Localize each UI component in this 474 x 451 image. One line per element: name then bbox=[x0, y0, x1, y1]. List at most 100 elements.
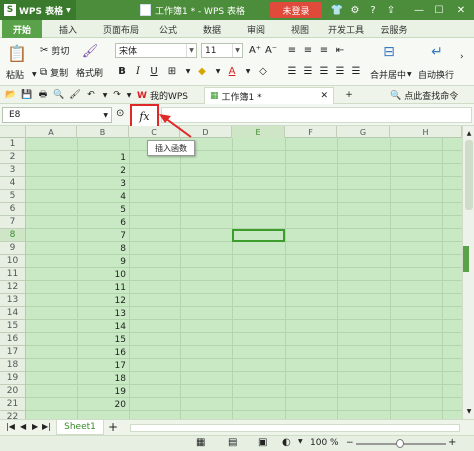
cell-b-value[interactable]: 9 bbox=[77, 255, 129, 268]
normal-view-icon[interactable]: ▦ bbox=[196, 437, 210, 450]
border-icon[interactable]: ⊞ bbox=[165, 64, 179, 78]
cell-b-value[interactable]: 7 bbox=[77, 229, 129, 242]
zoom-level[interactable]: 100 % bbox=[310, 438, 339, 448]
last-sheet-icon[interactable]: ▶| bbox=[42, 422, 51, 431]
side-panel-toggle[interactable] bbox=[463, 246, 469, 272]
cell-b-value[interactable]: 11 bbox=[77, 281, 129, 294]
paste-icon[interactable]: 📋 bbox=[6, 42, 28, 64]
row-header[interactable]: 1 bbox=[0, 138, 26, 151]
row-header[interactable]: 20 bbox=[0, 385, 26, 398]
save-icon[interactable]: 💾 bbox=[20, 88, 34, 102]
fill-color-icon[interactable]: ◆ bbox=[195, 64, 209, 78]
format-brush-icon[interactable]: 🖌 bbox=[68, 88, 82, 102]
distributed-icon[interactable]: ☰ bbox=[349, 64, 363, 78]
tab-review[interactable]: 审阅 bbox=[238, 20, 274, 38]
align-left-icon[interactable]: ☰ bbox=[285, 64, 299, 78]
column-header-a[interactable]: A bbox=[26, 126, 77, 138]
row-header[interactable]: 9 bbox=[0, 242, 26, 255]
scroll-thumb[interactable] bbox=[465, 140, 473, 210]
cell-b-value[interactable]: 1 bbox=[77, 151, 129, 164]
row-header[interactable]: 16 bbox=[0, 333, 26, 346]
tab-insert[interactable]: 插入 bbox=[48, 20, 88, 38]
cell-b-value[interactable]: 17 bbox=[77, 359, 129, 372]
cell-b-value[interactable]: 5 bbox=[77, 203, 129, 216]
undo-icon[interactable]: ↶ bbox=[84, 88, 98, 102]
zoom-out-icon[interactable]: − bbox=[346, 438, 354, 448]
row-header[interactable]: 21 bbox=[0, 398, 26, 411]
indent-left-icon[interactable]: ⇤ bbox=[333, 43, 347, 57]
tab-page-layout[interactable]: 页面布局 bbox=[96, 20, 146, 38]
first-sheet-icon[interactable]: |◀ bbox=[6, 422, 15, 431]
row-header[interactable]: 18 bbox=[0, 359, 26, 372]
doc-tab-mywps[interactable]: W 我的WPS bbox=[132, 87, 193, 104]
login-button[interactable]: 未登录 bbox=[270, 2, 322, 18]
column-header-h[interactable]: H bbox=[390, 126, 462, 138]
tab-cloud[interactable]: 云服务 bbox=[374, 20, 414, 38]
zoom-in-icon[interactable]: + bbox=[448, 437, 456, 448]
cell-b-value[interactable]: 4 bbox=[77, 190, 129, 203]
sheet-tab-sheet1[interactable]: Sheet1 bbox=[56, 420, 104, 435]
scroll-up-icon[interactable]: ▲ bbox=[464, 128, 474, 138]
scroll-down-icon[interactable]: ▼ bbox=[464, 406, 474, 416]
tab-developer[interactable]: 开发工具 bbox=[322, 20, 370, 38]
spreadsheet-grid[interactable]: A B C D E F G H 1 2 1 3 2 4 3 5 4 6 5 7 6 8 7 9 8 10 9 11 10… bbox=[0, 126, 462, 419]
settings-icon[interactable]: ⚙ bbox=[348, 3, 362, 17]
tab-home[interactable]: 开始 bbox=[2, 20, 42, 38]
tab-formulas[interactable]: 公式 bbox=[150, 20, 186, 38]
column-header-g[interactable]: G bbox=[337, 126, 390, 138]
prev-sheet-icon[interactable]: ◀ bbox=[20, 422, 26, 431]
align-right-icon[interactable]: ☰ bbox=[317, 64, 331, 78]
justify-icon[interactable]: ☰ bbox=[333, 64, 347, 78]
cell-b-value[interactable]: 2 bbox=[77, 164, 129, 177]
help-icon[interactable]: ? bbox=[366, 3, 380, 17]
next-sheet-icon[interactable]: ▶ bbox=[32, 422, 38, 431]
cell-b-value[interactable]: 3 bbox=[77, 177, 129, 190]
row-header[interactable]: 13 bbox=[0, 294, 26, 307]
name-box[interactable]: E8 ▼ bbox=[2, 107, 112, 123]
column-header-b[interactable]: B bbox=[77, 126, 129, 138]
chevron-down-icon[interactable]: ▼ bbox=[298, 438, 303, 445]
decrease-font-icon[interactable]: A⁻ bbox=[264, 43, 278, 57]
row-header[interactable]: 14 bbox=[0, 307, 26, 320]
tab-view[interactable]: 视图 bbox=[282, 20, 318, 38]
select-all-corner[interactable] bbox=[0, 126, 26, 138]
minimize-icon[interactable]: — bbox=[412, 3, 426, 17]
align-middle-icon[interactable]: ≡ bbox=[301, 43, 315, 57]
new-tab-icon[interactable]: + bbox=[342, 88, 356, 102]
chevron-down-icon[interactable]: ▼ bbox=[181, 64, 195, 78]
row-header[interactable]: 6 bbox=[0, 203, 26, 216]
row-header[interactable]: 3 bbox=[0, 164, 26, 177]
horizontal-scrollbar[interactable] bbox=[130, 424, 460, 432]
chevron-down-icon[interactable]: ▼ bbox=[211, 64, 225, 78]
align-bottom-icon[interactable]: ≡ bbox=[317, 43, 331, 57]
bold-button[interactable]: B bbox=[115, 64, 129, 78]
cell-b-value[interactable]: 15 bbox=[77, 333, 129, 346]
zoom-lookup-icon[interactable]: ⊙ bbox=[116, 108, 124, 119]
share-icon[interactable]: ⇪ bbox=[384, 3, 398, 17]
skin-icon[interactable]: 👕 bbox=[330, 3, 344, 17]
page-break-view-icon[interactable]: ▤ bbox=[228, 437, 242, 450]
close-tab-icon[interactable]: ✕ bbox=[320, 91, 328, 101]
chevron-down-icon[interactable]: ▼ bbox=[32, 71, 37, 78]
clear-format-icon[interactable]: ◇ bbox=[256, 64, 270, 78]
align-top-icon[interactable]: ≡ bbox=[285, 43, 299, 57]
cell-b-value[interactable]: 13 bbox=[77, 307, 129, 320]
cell-b-value[interactable] bbox=[77, 138, 129, 151]
cell-b-value[interactable]: 19 bbox=[77, 385, 129, 398]
print-preview-icon[interactable]: 🔍 bbox=[52, 88, 66, 102]
row-header[interactable]: 19 bbox=[0, 372, 26, 385]
chevron-down-icon[interactable]: ▼ bbox=[241, 64, 255, 78]
format-painter-icon[interactable]: 🖌 bbox=[80, 42, 100, 60]
add-sheet-button[interactable]: + bbox=[108, 420, 118, 434]
formula-input[interactable] bbox=[161, 107, 472, 123]
merge-center-icon[interactable]: ⊟ bbox=[378, 42, 400, 62]
paste-button[interactable]: 粘贴 bbox=[6, 68, 24, 81]
wps-app-menu-button[interactable]: S WPS 表格 ▼ bbox=[0, 0, 76, 20]
row-header[interactable]: 12 bbox=[0, 281, 26, 294]
increase-font-icon[interactable]: A⁺ bbox=[248, 43, 262, 57]
font-size-select[interactable]: 11 ▼ bbox=[201, 43, 243, 58]
wrap-text-icon[interactable]: ↵ bbox=[426, 42, 448, 62]
column-header-e[interactable]: E bbox=[232, 126, 285, 138]
chevron-right-icon[interactable]: › bbox=[460, 52, 464, 62]
cut-button[interactable]: ✂ 剪切 bbox=[40, 44, 69, 57]
